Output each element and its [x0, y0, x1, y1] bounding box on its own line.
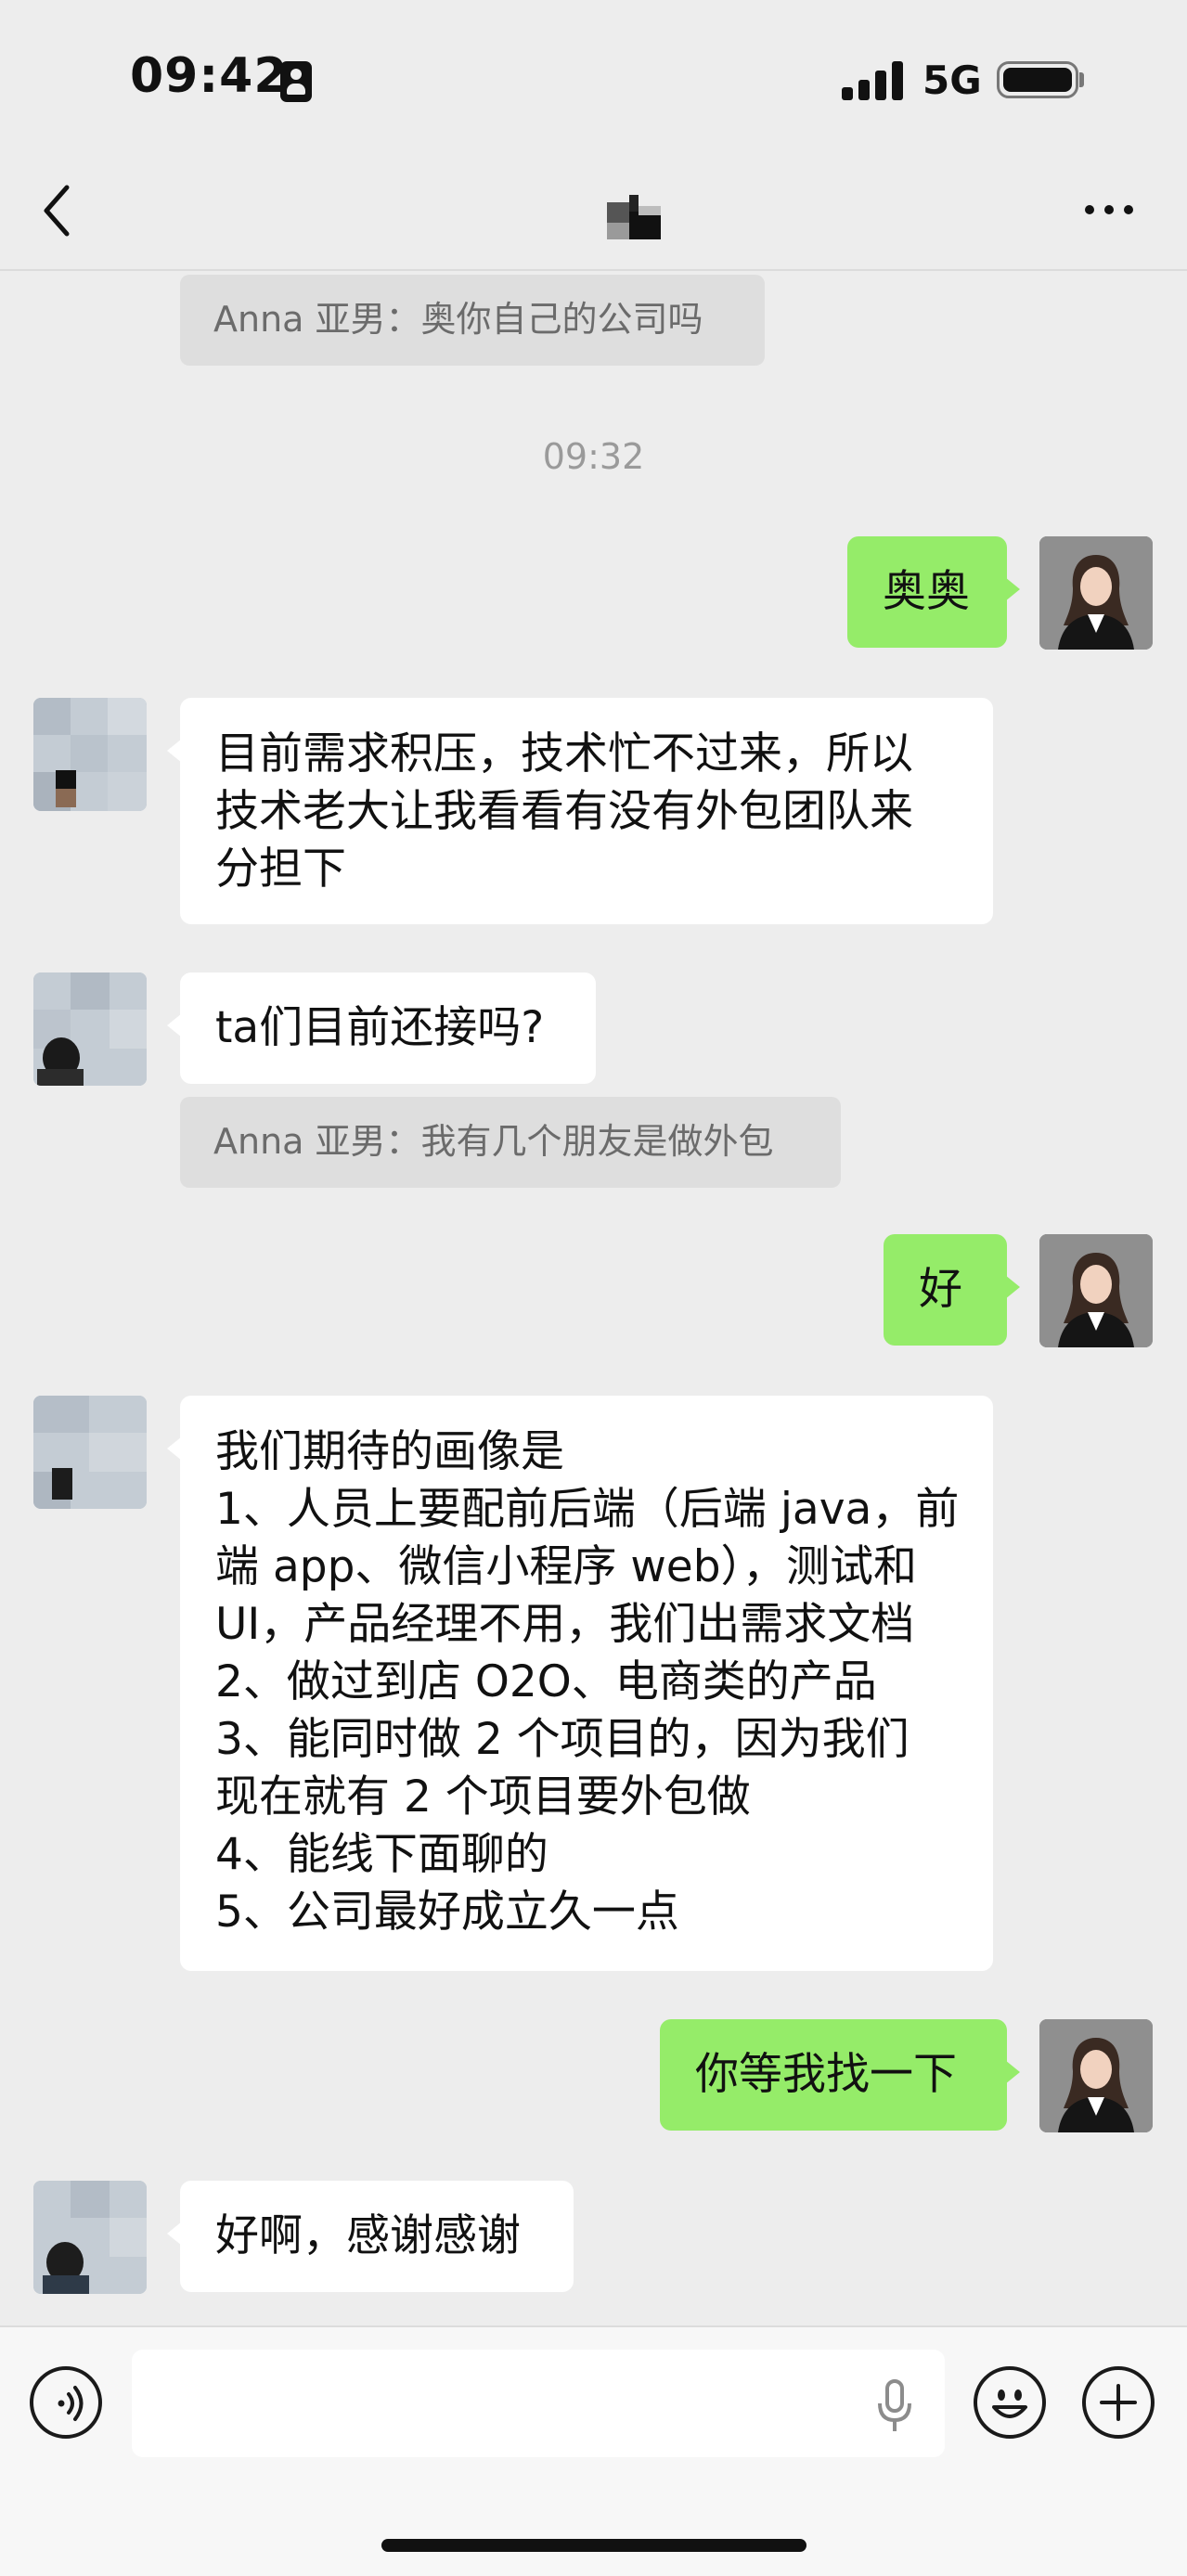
nav-divider: [0, 269, 1187, 271]
my-avatar[interactable]: [1039, 2019, 1153, 2132]
contact-avatar[interactable]: [33, 1396, 147, 1509]
network-type: 5G: [923, 58, 982, 103]
contact-message-bubble[interactable]: ta们目前还接吗?: [167, 972, 596, 1084]
message-text: 好啊，感谢感谢: [215, 2210, 521, 2261]
my-message-bubble[interactable]: 你等我找一下: [660, 2019, 1020, 2131]
battery-icon: [997, 61, 1078, 98]
message-text: 2、做过到店 O2O、电商类的产品: [215, 1656, 877, 1707]
person-badge-icon: [280, 61, 312, 102]
my-message-bubble[interactable]: 奥奥: [847, 536, 1020, 648]
cellular-signal-icon: [842, 59, 905, 100]
message-text: 奥奥: [883, 566, 970, 617]
contact-avatar[interactable]: [33, 972, 147, 1086]
message-text: 4、能线下面聊的: [215, 1829, 548, 1880]
message-timestamp: 09:32: [542, 436, 645, 477]
contact-message-bubble[interactable]: 我们期待的画像是 1、人员上要配前后端（后端 java，前 端 app、微信小程…: [167, 1396, 993, 1971]
more-dots-icon[interactable]: [1077, 182, 1142, 238]
message-input[interactable]: [132, 2350, 945, 2457]
contact-message-bubble[interactable]: 目前需求积压，技术忙不过来，所以 技术老大让我看看有没有外包团队来 分担下: [167, 698, 993, 924]
battery-cap: [1079, 72, 1084, 87]
message-text: 1、人员上要配前后端（后端 java，前: [215, 1484, 960, 1535]
message-text: 你等我找一下: [695, 2049, 957, 2100]
contact-avatar[interactable]: [33, 2181, 147, 2294]
message-text: 现在就有 2 个项目要外包做: [215, 1771, 751, 1823]
contact-avatar[interactable]: [33, 698, 147, 811]
message-text: 目前需求积压，技术忙不过来，所以: [215, 728, 913, 779]
my-message-bubble[interactable]: 好: [884, 1234, 1020, 1346]
message-text: 端 app、微信小程序 web），测试和: [215, 1541, 918, 1592]
home-indicator[interactable]: [381, 2539, 806, 2552]
my-avatar[interactable]: [1039, 536, 1153, 650]
my-avatar[interactable]: [1039, 1234, 1153, 1347]
quoted-message[interactable]: Anna 亚男：奥你自己的公司吗: [180, 275, 765, 366]
quoted-message[interactable]: Anna 亚男：我有几个朋友是做外包: [180, 1097, 841, 1188]
microphone-icon[interactable]: [869, 2376, 921, 2435]
message-text: ta们目前还接吗?: [215, 1002, 545, 1053]
message-text: UI，产品经理不用，我们出需求文档: [215, 1599, 915, 1650]
contact-message-bubble[interactable]: 好啊，感谢感谢: [167, 2181, 574, 2292]
message-text: 我们期待的画像是: [215, 1426, 564, 1477]
back-chevron-icon[interactable]: [35, 178, 91, 243]
message-text: 3、能同时做 2 个项目的，因为我们: [215, 1714, 910, 1765]
message-text: 技术老大让我看看有没有外包团队来: [215, 786, 913, 837]
redacted-contact-name: [603, 186, 664, 241]
message-text: 分担下: [215, 844, 346, 895]
plus-icon[interactable]: [1082, 2366, 1155, 2439]
message-text: 5、公司最好成立久一点: [215, 1887, 679, 1938]
voice-mode-icon[interactable]: [30, 2366, 102, 2439]
emoji-icon[interactable]: [974, 2366, 1046, 2439]
status-time: 09:42: [130, 48, 289, 104]
message-text: 好: [919, 1264, 962, 1315]
